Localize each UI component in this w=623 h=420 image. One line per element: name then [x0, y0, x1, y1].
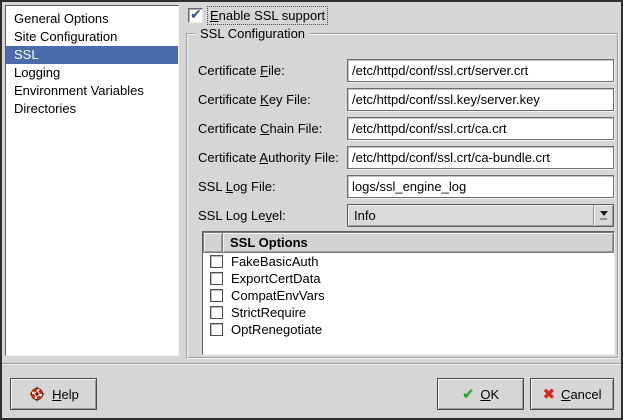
ssl-configuration-frame: SSL Configuration Certificate File: Cert… — [186, 33, 619, 359]
compatenvvars-checkbox[interactable] — [210, 289, 223, 302]
option-label: CompatEnvVars — [231, 288, 325, 303]
table-row[interactable]: FakeBasicAuth — [203, 253, 614, 270]
certificate-chain-file-input[interactable] — [347, 117, 614, 140]
enable-ssl-label[interactable]: Enable SSL support — [207, 6, 328, 25]
help-lifebuoy-icon — [28, 385, 46, 403]
help-button[interactable]: Help — [10, 378, 97, 410]
certificate-authority-file-label: Certificate Authority File: — [198, 146, 339, 169]
certificate-key-file-input[interactable] — [347, 88, 614, 111]
sidebar-item-ssl[interactable]: SSL — [6, 46, 178, 64]
certificate-authority-file-input[interactable] — [347, 146, 614, 169]
exportcertdata-checkbox[interactable] — [210, 272, 223, 285]
sidebar-item-directories[interactable]: Directories — [6, 100, 178, 118]
ok-check-icon: ✔ — [462, 385, 475, 403]
ssl-options-table-header: SSL Options — [203, 232, 614, 253]
table-row[interactable]: OptRenegotiate — [203, 321, 614, 338]
ok-button-label: OK — [480, 387, 499, 402]
strictrequire-checkbox[interactable] — [210, 306, 223, 319]
ssl-options-table: SSL Options FakeBasicAuth ExportCertData… — [202, 231, 615, 355]
table-row[interactable]: CompatEnvVars — [203, 287, 614, 304]
sidebar-item-site-configuration[interactable]: Site Configuration — [6, 28, 178, 46]
table-row[interactable]: StrictRequire — [203, 304, 614, 321]
ssl-log-level-dropdown[interactable]: Info — [347, 204, 614, 227]
option-label: StrictRequire — [231, 305, 306, 320]
ssl-options-column-header[interactable]: SSL Options — [222, 232, 614, 253]
sidebar-item-logging[interactable]: Logging — [6, 64, 178, 82]
checkbox-column-header[interactable] — [203, 232, 223, 253]
enable-ssl-row: ✔ Enable SSL support — [188, 6, 328, 25]
sidebar-item-environment-variables[interactable]: Environment Variables — [6, 82, 178, 100]
chevron-down-icon — [600, 211, 608, 216]
enable-ssl-checkbox[interactable]: ✔ — [188, 8, 203, 23]
certificate-file-input[interactable] — [347, 59, 614, 82]
option-label: ExportCertData — [231, 271, 321, 286]
ssl-log-level-label: SSL Log Level: — [198, 204, 286, 227]
cancel-x-icon: ✖ — [542, 385, 555, 403]
ssl-log-level-value: Info — [348, 208, 593, 223]
option-label: OptRenegotiate — [231, 322, 322, 337]
help-button-label: Help — [52, 387, 79, 402]
vhost-properties-window: General Options Site Configuration SSL L… — [0, 0, 623, 420]
certificate-file-label: Certificate File: — [198, 59, 285, 82]
optrenegotiate-checkbox[interactable] — [210, 323, 223, 336]
sidebar-item-general-options[interactable]: General Options — [6, 10, 178, 28]
certificate-chain-file-label: Certificate Chain File: — [198, 117, 322, 140]
dropdown-dash-icon — [600, 218, 607, 220]
checkmark-icon: ✔ — [190, 6, 202, 23]
category-list: General Options Site Configuration SSL L… — [5, 5, 179, 356]
ssl-log-file-label: SSL Log File: — [198, 175, 276, 198]
bottom-separator — [2, 363, 621, 365]
fakebasicauth-checkbox[interactable] — [210, 255, 223, 268]
cancel-button-label: Cancel — [561, 387, 601, 402]
ok-button[interactable]: ✔ OK — [437, 378, 524, 410]
frame-title: SSL Configuration — [196, 26, 309, 41]
dropdown-arrow-zone — [593, 205, 613, 226]
table-row[interactable]: ExportCertData — [203, 270, 614, 287]
cancel-button[interactable]: ✖ Cancel — [530, 378, 614, 410]
option-label: FakeBasicAuth — [231, 254, 318, 269]
certificate-key-file-label: Certificate Key File: — [198, 88, 311, 111]
ssl-log-file-input[interactable] — [347, 175, 614, 198]
